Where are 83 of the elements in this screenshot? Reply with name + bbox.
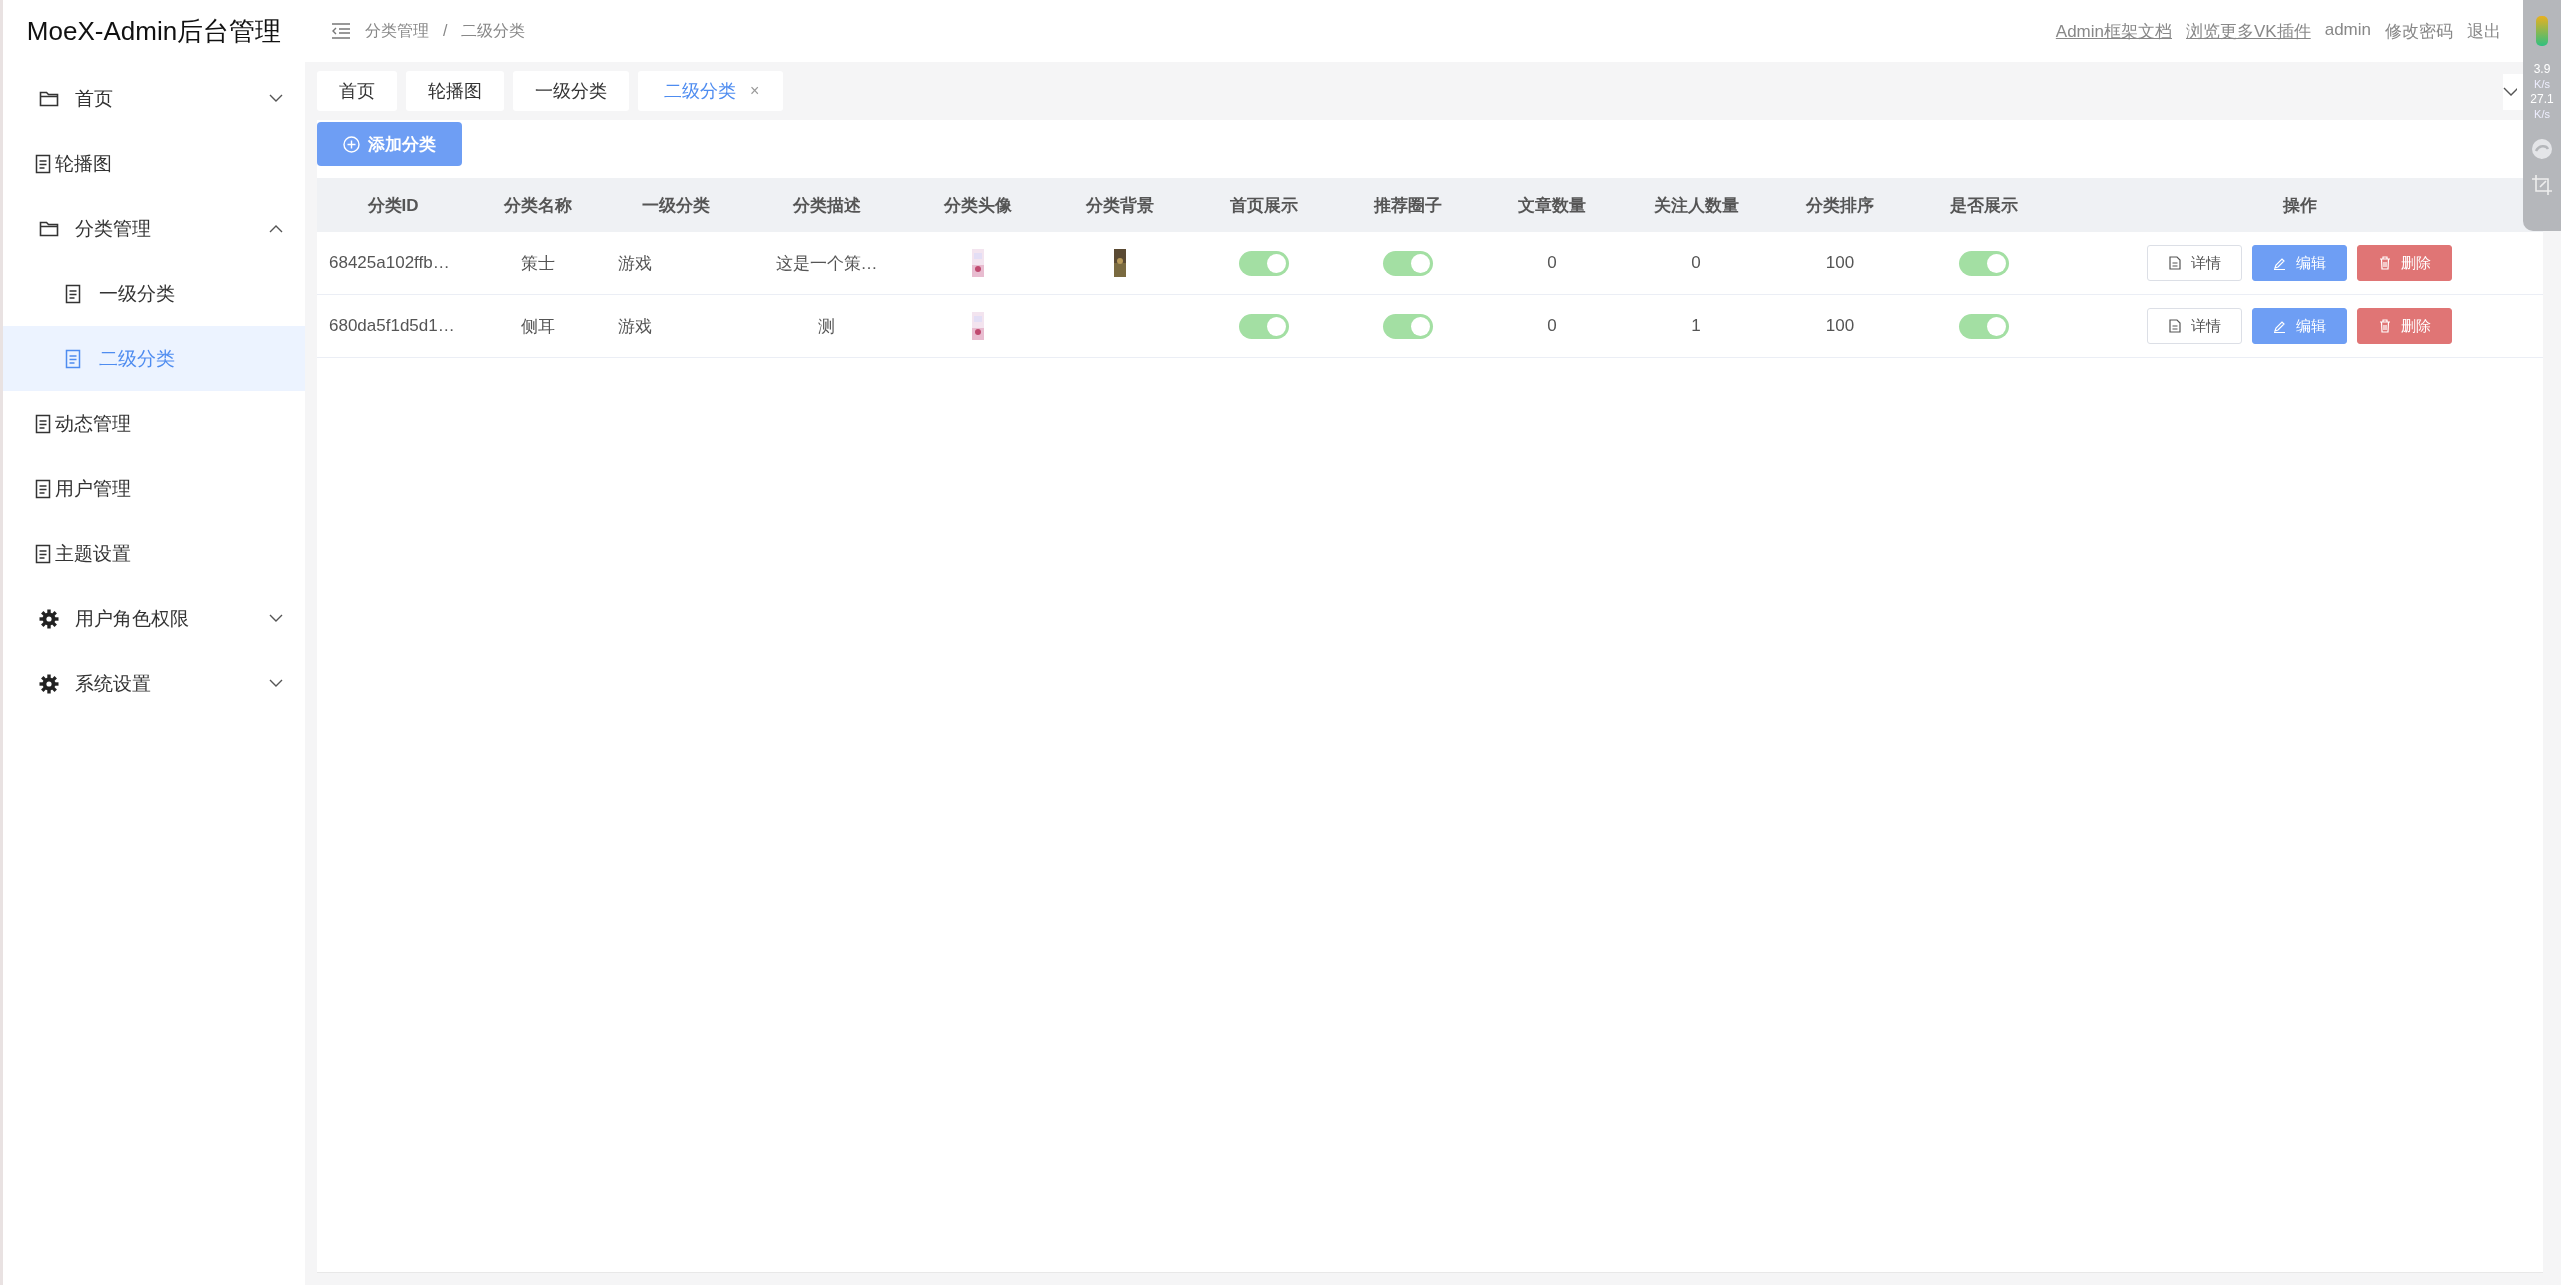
folder-icon <box>39 89 59 108</box>
document-icon <box>35 478 51 499</box>
document-icon <box>2168 319 2181 333</box>
document-icon <box>65 283 81 304</box>
column-header: 分类名称 <box>469 178 606 232</box>
upload-speed: 3.9 <box>2533 62 2551 76</box>
swirl-icon[interactable] <box>2531 138 2553 160</box>
toggle-switch[interactable] <box>1959 250 2009 276</box>
table-cell: 这是一个策… <box>745 232 908 295</box>
document-icon <box>2168 256 2181 270</box>
table-cell: 100 <box>1768 295 1912 358</box>
column-header: 一级分类 <box>606 178 745 232</box>
menu-item[interactable]: 分类管理 <box>3 196 305 261</box>
breadcrumb-item: 二级分类 <box>461 20 526 41</box>
pencil-icon <box>2273 319 2286 333</box>
toggle-switch[interactable] <box>1239 250 1289 276</box>
page-tab[interactable]: 首页 <box>317 71 397 111</box>
trash-icon <box>2378 256 2391 270</box>
column-header: 分类背景 <box>1048 178 1192 232</box>
column-header: 是否展示 <box>1912 178 2056 232</box>
column-header: 分类头像 <box>908 178 1048 232</box>
table-cell: 游戏 <box>606 295 745 358</box>
download-speed: 27.1 <box>2530 92 2554 106</box>
folder-icon <box>39 219 59 238</box>
document-icon <box>35 413 51 434</box>
speed-unit: K/s <box>2534 108 2550 120</box>
toggle-switch[interactable] <box>1383 313 1433 339</box>
table-cell: 0 <box>1480 232 1624 295</box>
chevron-icon <box>2503 87 2517 97</box>
trash-icon <box>2378 319 2391 333</box>
table-cell: 侧耳 <box>469 295 606 358</box>
gear-icon <box>39 673 59 694</box>
gear-icon <box>39 608 59 629</box>
menu-item[interactable]: 轮播图 <box>3 131 305 196</box>
menu-item[interactable]: 主题设置 <box>3 521 305 586</box>
menu-item[interactable]: 系统设置 <box>3 651 305 716</box>
page-tab[interactable]: 轮播图 <box>406 71 504 111</box>
column-header: 分类描述 <box>745 178 908 232</box>
header-item[interactable]: 退出 <box>2467 19 2501 43</box>
menu-item[interactable]: 用户角色权限 <box>3 586 305 651</box>
column-header: 操作 <box>2056 178 2543 232</box>
table-cell: 游戏 <box>606 232 745 295</box>
table-cell: 1 <box>1624 295 1768 358</box>
menu-item[interactable]: 用户管理 <box>3 456 305 521</box>
breadcrumb-item[interactable]: 分类管理 <box>365 20 429 42</box>
tabs-scroll-button[interactable] <box>2503 74 2523 110</box>
page-tab[interactable]: 一级分类 <box>513 71 629 111</box>
header-link[interactable]: Admin框架文档 <box>2055 19 2172 43</box>
header-item[interactable]: 修改密码 <box>2385 19 2453 43</box>
column-header: 分类排序 <box>1768 178 1912 232</box>
pencil-icon <box>2273 256 2286 270</box>
table-cell: 0 <box>1624 232 1768 295</box>
app-title: MoeX-Admin后台管理 <box>25 14 283 48</box>
column-header: 首页展示 <box>1192 178 1336 232</box>
menu-fold-icon[interactable] <box>331 23 351 39</box>
crop-icon[interactable] <box>2531 174 2553 196</box>
breadcrumb-separator: / <box>443 22 448 40</box>
table-cell: 策士 <box>469 232 606 295</box>
document-icon <box>65 348 81 369</box>
table-cell: 测 <box>745 295 908 358</box>
table-cell: 0 <box>1480 295 1624 358</box>
plus-circle-icon <box>343 135 360 153</box>
menu-item[interactable]: 首页 <box>3 66 305 131</box>
column-header: 分类ID <box>317 178 469 232</box>
detail-button[interactable]: 详情 <box>2147 308 2242 344</box>
table-cell: 680da5f1d5d1… <box>317 295 469 358</box>
document-icon <box>35 543 51 564</box>
header-item[interactable]: admin <box>2324 19 2371 43</box>
detail-button[interactable]: 详情 <box>2147 245 2242 281</box>
table-cell: 68425a102ffb… <box>317 232 469 295</box>
menu-item[interactable]: 一级分类 <box>3 261 305 326</box>
document-icon <box>35 153 51 174</box>
toggle-switch[interactable] <box>1959 313 2009 339</box>
toggle-switch[interactable] <box>1383 250 1433 276</box>
column-header: 推荐圈子 <box>1336 178 1480 232</box>
table-cell: 100 <box>1768 232 1912 295</box>
column-header: 文章数量 <box>1480 178 1624 232</box>
gauge-icon <box>2536 16 2548 46</box>
column-header: 关注人数量 <box>1624 178 1768 232</box>
toggle-switch[interactable] <box>1239 313 1289 339</box>
speed-unit: K/s <box>2534 78 2550 90</box>
header-link[interactable]: 浏览更多VK插件 <box>2186 19 2311 43</box>
menu-item[interactable]: 动态管理 <box>3 391 305 456</box>
